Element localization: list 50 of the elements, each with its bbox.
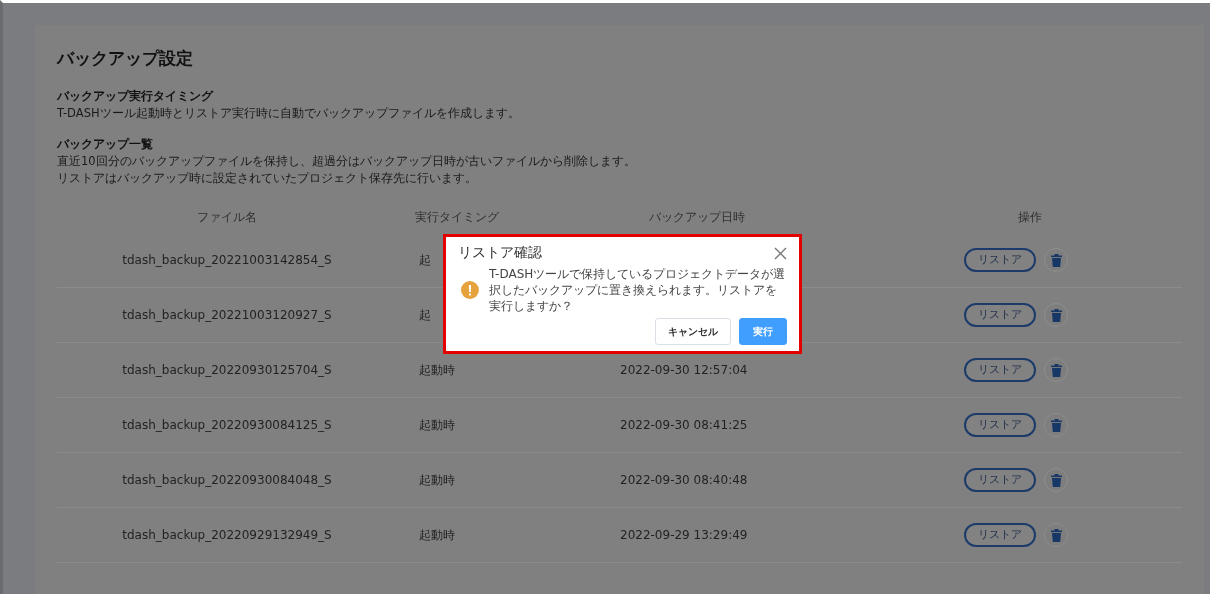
backup-date: 2022-09-29 13:29:49 <box>620 528 748 542</box>
delete-button[interactable] <box>1044 248 1068 272</box>
section-heading: バックアップ実行タイミング <box>57 88 215 105</box>
file-name: tdash_backup_20220930125704_S <box>122 363 332 377</box>
restore-button[interactable]: リストア <box>964 413 1036 437</box>
delete-button[interactable] <box>1044 413 1068 437</box>
trash-icon <box>1050 473 1062 487</box>
section-description: T-DASHツール起動時とリストア実行時に自動でバックアップファイルを作成します。 <box>57 105 521 122</box>
restore-button[interactable]: リストア <box>964 358 1036 382</box>
timing-text: 起動時 <box>419 471 455 489</box>
column-header: 操作 <box>1016 208 1043 226</box>
timing-text: 起動時 <box>419 361 455 379</box>
dialog-title: リストア確認 <box>458 244 542 262</box>
file-name: tdash_backup_20220929132949_S <box>122 528 332 542</box>
file-name: tdash_backup_20221003142854_S <box>122 253 332 267</box>
restore-button[interactable]: リストア <box>964 303 1036 327</box>
backup-date: 2022-09-30 08:41:25 <box>620 418 748 432</box>
cancel-button[interactable]: キャンセル <box>655 318 731 345</box>
timing-text: 起 <box>419 251 431 269</box>
column-header: 実行タイミング <box>414 208 500 226</box>
timing-text: 起 <box>419 306 431 324</box>
dialog-message: T-DASHツールで保持しているプロジェクトデータが選択したバックアップに置き換えられます。リストアを実行しますか？ <box>488 266 787 314</box>
restore-button[interactable]: リストア <box>964 523 1036 547</box>
trash-icon <box>1050 528 1062 542</box>
column-header: ファイル名 <box>196 208 258 226</box>
execute-button[interactable]: 実行 <box>739 318 787 345</box>
restore-button[interactable]: リストア <box>964 248 1036 272</box>
delete-button[interactable] <box>1044 303 1068 327</box>
timing-text: 起動時 <box>419 526 455 544</box>
close-icon[interactable] <box>774 246 787 260</box>
file-name: tdash_backup_20220930084048_S <box>122 473 332 487</box>
column-header: バックアップ日時 <box>648 208 746 226</box>
timing-text: 起動時 <box>419 416 455 434</box>
section-description: リストアはバックアップ時に設定されていたプロジェクト保存先に行います。 <box>57 170 478 187</box>
backup-date: 2022-09-30 12:57:04 <box>620 363 748 377</box>
trash-icon <box>1050 253 1062 267</box>
delete-button[interactable] <box>1044 523 1068 547</box>
delete-button[interactable] <box>1044 358 1068 382</box>
file-name: tdash_backup_20221003120927_S <box>122 308 332 322</box>
trash-icon <box>1050 308 1062 322</box>
warning-icon <box>461 281 479 299</box>
section-heading: バックアップ一覧 <box>57 136 154 153</box>
file-name: tdash_backup_20220930084125_S <box>122 418 332 432</box>
trash-icon <box>1050 363 1062 377</box>
restore-button[interactable]: リストア <box>964 468 1036 492</box>
page-title: バックアップ設定 <box>57 47 194 70</box>
backup-date: 2022-09-30 08:40:48 <box>620 473 748 487</box>
section-description: 直近10回分のバックアップファイルを保持し、超過分はバックアップ日時が古いファイルから削除します。 <box>57 153 637 170</box>
trash-icon <box>1050 418 1062 432</box>
delete-button[interactable] <box>1044 468 1068 492</box>
